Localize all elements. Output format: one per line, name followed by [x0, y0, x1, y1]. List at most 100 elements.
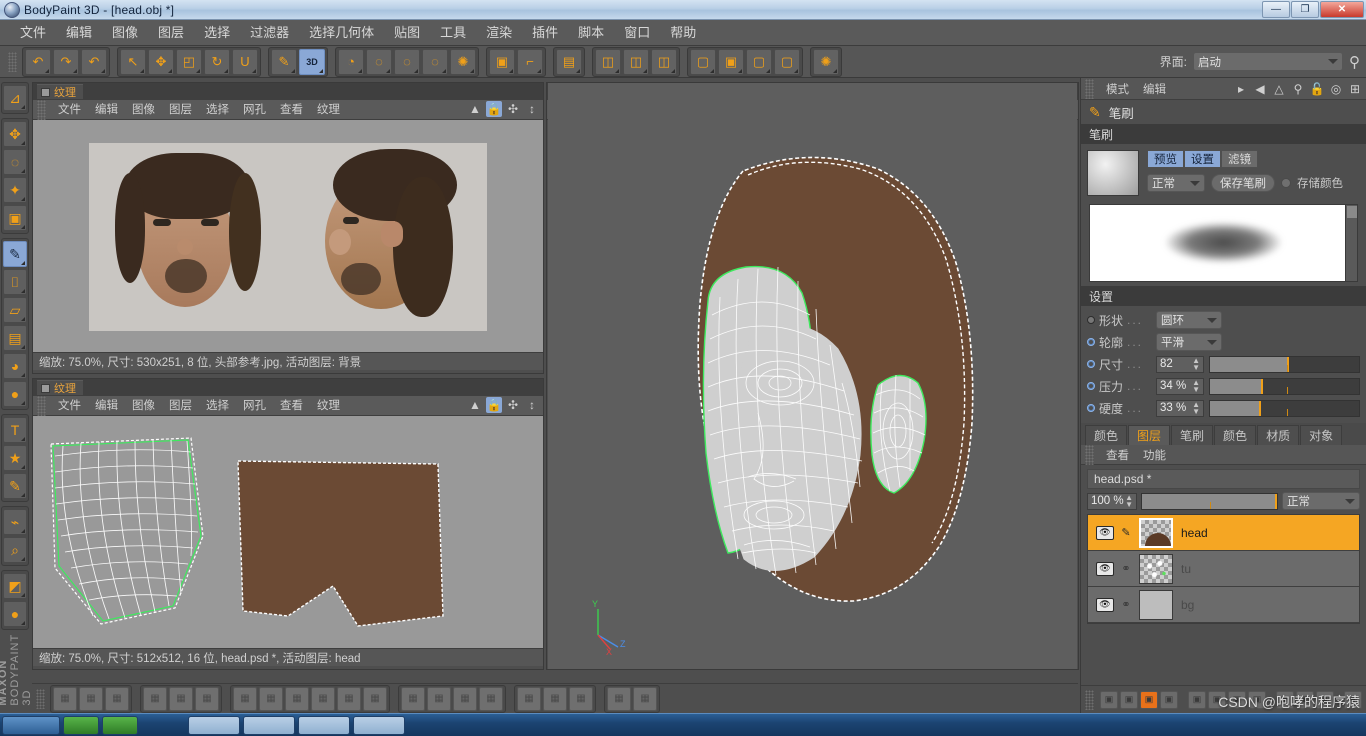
menu-item-4[interactable]: 选择 [194, 20, 240, 46]
brush-mode-tab-0[interactable]: 预览 [1147, 150, 1184, 168]
texture-uv-menu-item-1[interactable]: 编辑 [88, 396, 125, 416]
merge-layer-icon[interactable]: ▣ [1188, 690, 1206, 709]
lock-icon[interactable]: 🔒 [486, 397, 502, 413]
target-icon[interactable]: ◎ [1328, 81, 1344, 97]
tu-thumb[interactable] [1139, 553, 1173, 584]
taskbar-item-2[interactable] [102, 715, 138, 735]
head-thumb[interactable] [1139, 517, 1173, 548]
resize-panel-icon[interactable]: ↕ [524, 101, 540, 117]
texture-uv-menu-item-0[interactable]: 文件 [51, 396, 88, 416]
attribute-menu-item-1[interactable]: 编辑 [1136, 81, 1173, 97]
uv-project-icon[interactable]: ▦ [607, 686, 631, 711]
texture-uv-menu-item-7[interactable]: 纹理 [310, 396, 347, 416]
menu-item-6[interactable]: 选择几何体 [299, 20, 384, 46]
histogram-icon[interactable]: ▲ [467, 101, 483, 117]
taskbar-item-1[interactable] [63, 715, 99, 735]
uv-mirror-icon[interactable]: ▦ [53, 686, 77, 711]
uv-polygon-icon[interactable]: ◫ [651, 48, 677, 75]
tab-texture-reference[interactable]: 纹理 [37, 84, 83, 99]
menu-item-0[interactable]: 文件 [10, 20, 56, 46]
viewport-3d-canvas[interactable]: Y Z X [548, 83, 1077, 669]
menu-item-7[interactable]: 贴图 [384, 20, 430, 46]
brush-icon[interactable]: ✎ [1119, 526, 1133, 539]
setting-toggle-icon[interactable] [1087, 404, 1095, 412]
setting-field-压力[interactable]: 34 % ▲ ▼ [1156, 377, 1204, 395]
lock-icon[interactable]: 🔓 [1309, 81, 1325, 97]
paint-brush-icon[interactable]: ✎ [3, 241, 27, 267]
menu-item-8[interactable]: 工具 [430, 20, 476, 46]
setting-slider-硬度[interactable] [1209, 399, 1360, 417]
brush-large-preview[interactable] [1089, 204, 1358, 282]
link-icon[interactable]: ⚭ [1119, 562, 1133, 575]
axis-icon[interactable]: ⌐ [517, 48, 543, 75]
layers-grip[interactable] [1085, 444, 1094, 465]
texture-reference-menu-item-5[interactable]: 网孔 [236, 100, 273, 120]
uv-point-icon[interactable]: ◫ [595, 48, 621, 75]
smudge-icon[interactable]: ✎ [3, 473, 27, 499]
texture-reference-menu-item-4[interactable]: 选择 [199, 100, 236, 120]
close-button[interactable]: ✕ [1320, 1, 1364, 18]
move-tool-icon[interactable]: ✥ [3, 121, 27, 147]
rotate-icon[interactable]: ↻ [204, 48, 230, 75]
brush-thumbnail[interactable] [1087, 150, 1139, 196]
uv-project2-icon[interactable]: ▦ [633, 686, 657, 711]
menu-item-12[interactable]: 窗口 [614, 20, 660, 46]
panel-grip[interactable] [37, 395, 46, 416]
new-layer-icon[interactable]: ▣ [1100, 690, 1118, 709]
menu-item-11[interactable]: 脚本 [568, 20, 614, 46]
magnet-icon[interactable]: U [232, 48, 258, 75]
layers-tab-5[interactable]: 对象 [1300, 425, 1343, 445]
gradient-icon[interactable]: ▤ [3, 325, 27, 351]
save-brush-button[interactable]: 保存笔刷 [1211, 174, 1275, 192]
brush-active-icon[interactable]: ◔ [338, 48, 364, 75]
layer-opacity-field[interactable]: 100 % ▲ ▼ [1087, 492, 1137, 510]
texture-view-icon[interactable]: ✺ [813, 48, 839, 75]
reference-image-canvas[interactable] [33, 120, 543, 352]
layers-tab-2[interactable]: 笔刷 [1171, 425, 1214, 445]
eye-icon[interactable]: 👁 [1096, 597, 1114, 612]
link-icon[interactable]: ⚭ [1119, 598, 1133, 611]
new-layer-set-icon[interactable]: ▣ [1120, 690, 1138, 709]
taskbar-item-5[interactable] [298, 715, 350, 735]
layer-row-bg[interactable]: 👁 ⚭ bg [1088, 587, 1359, 623]
model-axis-icon[interactable]: ⊿ [3, 85, 27, 111]
foreground-background-color-icon[interactable]: ◩ [3, 573, 27, 599]
menu-item-10[interactable]: 插件 [522, 20, 568, 46]
layers-footer-grip[interactable] [1085, 689, 1094, 710]
polygon-mode-icon[interactable]: ▢ [746, 48, 772, 75]
setting-toggle-icon[interactable] [1087, 360, 1095, 368]
layer-opacity-slider[interactable] [1141, 492, 1278, 510]
brush-preview-scrollbar[interactable] [1345, 205, 1357, 281]
uv-swap-icon[interactable]: ▦ [517, 686, 541, 711]
uv-circle-icon[interactable]: ▦ [543, 686, 567, 711]
quick-mask-icon[interactable]: ● [3, 601, 27, 627]
setting-field-硬度[interactable]: 33 % ▲ ▼ [1156, 399, 1204, 417]
taskbar-item-3[interactable] [188, 715, 240, 735]
uv-flipxy-icon[interactable]: ▦ [363, 686, 387, 711]
prev-object-icon[interactable]: ◀ [1252, 81, 1268, 97]
panel-grip[interactable] [37, 99, 46, 120]
layout-selector[interactable]: 启动 [1193, 52, 1343, 71]
uv-relax-icon[interactable]: ▦ [105, 686, 129, 711]
taskbar-item-6[interactable] [353, 715, 405, 735]
text-tool-icon[interactable]: T [3, 417, 27, 443]
uv-mesh-icon[interactable]: ✺ [450, 48, 476, 75]
setting-field-尺寸[interactable]: 82 ▲ ▼ [1156, 355, 1204, 373]
eyedropper-icon[interactable]: ⌁ [3, 509, 27, 535]
taskbar-start-button[interactable] [2, 715, 60, 735]
texture-reference-menu-item-6[interactable]: 查看 [273, 100, 310, 120]
menu-item-9[interactable]: 渲染 [476, 20, 522, 46]
shape-star-icon[interactable]: ★ [3, 445, 27, 471]
maximize-button[interactable]: ❐ [1291, 1, 1319, 18]
next-object-icon[interactable]: △ [1271, 81, 1287, 97]
scale-icon[interactable]: ◰ [176, 48, 202, 75]
stepper-icon[interactable]: ▲ ▼ [1192, 379, 1200, 394]
texture-reference-menu-item-1[interactable]: 编辑 [88, 100, 125, 120]
uv-up-icon[interactable]: ▦ [233, 686, 257, 711]
eye-icon[interactable]: 👁 [1096, 561, 1114, 576]
eye-icon[interactable]: 👁 [1096, 525, 1114, 540]
select-cursor-icon[interactable]: ↖ [120, 48, 146, 75]
duplicate-layer-icon[interactable]: ▣ [1140, 690, 1158, 709]
texture-reference-menu-item-7[interactable]: 纹理 [310, 100, 347, 120]
setting-toggle-icon[interactable] [1087, 316, 1095, 324]
